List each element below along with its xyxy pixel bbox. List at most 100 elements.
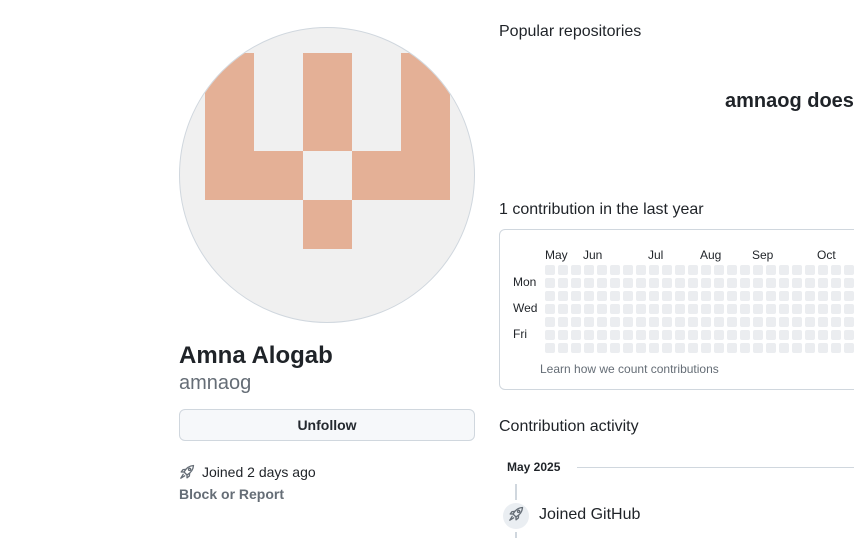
contribution-day[interactable] [649, 317, 659, 327]
contribution-day[interactable] [688, 343, 698, 353]
contribution-day[interactable] [688, 291, 698, 301]
contribution-day[interactable] [571, 317, 581, 327]
contribution-day[interactable] [779, 291, 789, 301]
contribution-day[interactable] [766, 278, 776, 288]
contribution-day[interactable] [701, 265, 711, 275]
contribution-day[interactable] [558, 304, 568, 314]
contribution-day[interactable] [844, 343, 854, 353]
contribution-day[interactable] [558, 330, 568, 340]
contribution-day[interactable] [610, 343, 620, 353]
contribution-day[interactable] [597, 317, 607, 327]
contribution-day[interactable] [714, 330, 724, 340]
contribution-day[interactable] [662, 317, 672, 327]
contribution-day[interactable] [584, 304, 594, 314]
contribution-day[interactable] [831, 304, 841, 314]
unfollow-button[interactable]: Unfollow [179, 409, 475, 441]
contribution-day[interactable] [688, 265, 698, 275]
contribution-day[interactable] [558, 265, 568, 275]
contribution-day[interactable] [818, 304, 828, 314]
block-or-report-link[interactable]: Block or Report [179, 485, 284, 503]
contribution-day[interactable] [779, 343, 789, 353]
contribution-day[interactable] [623, 330, 633, 340]
contribution-day[interactable] [740, 291, 750, 301]
contribution-day[interactable] [584, 278, 594, 288]
contribution-day[interactable] [753, 330, 763, 340]
learn-contributions-link[interactable]: Learn how we count contributions [540, 362, 719, 376]
contribution-day[interactable] [844, 278, 854, 288]
contribution-day[interactable] [792, 317, 802, 327]
contribution-day[interactable] [623, 304, 633, 314]
contribution-day[interactable] [714, 317, 724, 327]
contribution-day[interactable] [662, 265, 672, 275]
contribution-day[interactable] [584, 343, 594, 353]
joined-github-event[interactable]: Joined GitHub [539, 505, 640, 525]
contribution-day[interactable] [610, 317, 620, 327]
contribution-day[interactable] [636, 317, 646, 327]
contribution-day[interactable] [571, 304, 581, 314]
contribution-day[interactable] [844, 330, 854, 340]
contribution-day[interactable] [805, 291, 815, 301]
contribution-day[interactable] [558, 343, 568, 353]
contribution-day[interactable] [571, 278, 581, 288]
contribution-day[interactable] [766, 291, 776, 301]
contribution-day[interactable] [701, 343, 711, 353]
contribution-day[interactable] [649, 265, 659, 275]
contribution-day[interactable] [545, 291, 555, 301]
contribution-day[interactable] [844, 265, 854, 275]
contribution-day[interactable] [792, 330, 802, 340]
contribution-day[interactable] [831, 317, 841, 327]
contribution-day[interactable] [740, 265, 750, 275]
contribution-day[interactable] [740, 343, 750, 353]
contribution-day[interactable] [779, 265, 789, 275]
contribution-day[interactable] [844, 317, 854, 327]
contribution-day[interactable] [545, 304, 555, 314]
contribution-day[interactable] [818, 265, 828, 275]
contribution-day[interactable] [766, 317, 776, 327]
contribution-day[interactable] [714, 343, 724, 353]
contribution-day[interactable] [649, 343, 659, 353]
contribution-day[interactable] [779, 304, 789, 314]
contribution-day[interactable] [779, 278, 789, 288]
contribution-day[interactable] [805, 317, 815, 327]
contribution-day[interactable] [636, 330, 646, 340]
contribution-day[interactable] [727, 330, 737, 340]
contribution-day[interactable] [662, 343, 672, 353]
contribution-day[interactable] [584, 330, 594, 340]
contribution-day[interactable] [844, 291, 854, 301]
contribution-day[interactable] [545, 317, 555, 327]
contribution-day[interactable] [701, 291, 711, 301]
contribution-day[interactable] [688, 317, 698, 327]
contribution-day[interactable] [610, 265, 620, 275]
contribution-day[interactable] [545, 265, 555, 275]
contribution-day[interactable] [766, 343, 776, 353]
contribution-day[interactable] [727, 343, 737, 353]
contribution-day[interactable] [545, 330, 555, 340]
contribution-day[interactable] [818, 291, 828, 301]
contribution-day[interactable] [740, 278, 750, 288]
contribution-day[interactable] [831, 278, 841, 288]
contribution-day[interactable] [831, 330, 841, 340]
contribution-day[interactable] [662, 304, 672, 314]
contribution-day[interactable] [818, 278, 828, 288]
contribution-day[interactable] [623, 291, 633, 301]
contribution-day[interactable] [740, 330, 750, 340]
contribution-day[interactable] [818, 343, 828, 353]
contribution-day[interactable] [558, 317, 568, 327]
contribution-day[interactable] [805, 304, 815, 314]
contribution-day[interactable] [792, 343, 802, 353]
contribution-day[interactable] [753, 291, 763, 301]
contribution-day[interactable] [545, 278, 555, 288]
contribution-day[interactable] [623, 343, 633, 353]
contribution-day[interactable] [714, 291, 724, 301]
contribution-day[interactable] [701, 304, 711, 314]
contribution-day[interactable] [597, 304, 607, 314]
contribution-day[interactable] [727, 265, 737, 275]
contribution-day[interactable] [571, 265, 581, 275]
contribution-day[interactable] [597, 278, 607, 288]
contribution-day[interactable] [610, 330, 620, 340]
contribution-day[interactable] [623, 278, 633, 288]
contribution-day[interactable] [597, 291, 607, 301]
contribution-day[interactable] [766, 330, 776, 340]
contribution-day[interactable] [727, 304, 737, 314]
contribution-day[interactable] [675, 343, 685, 353]
